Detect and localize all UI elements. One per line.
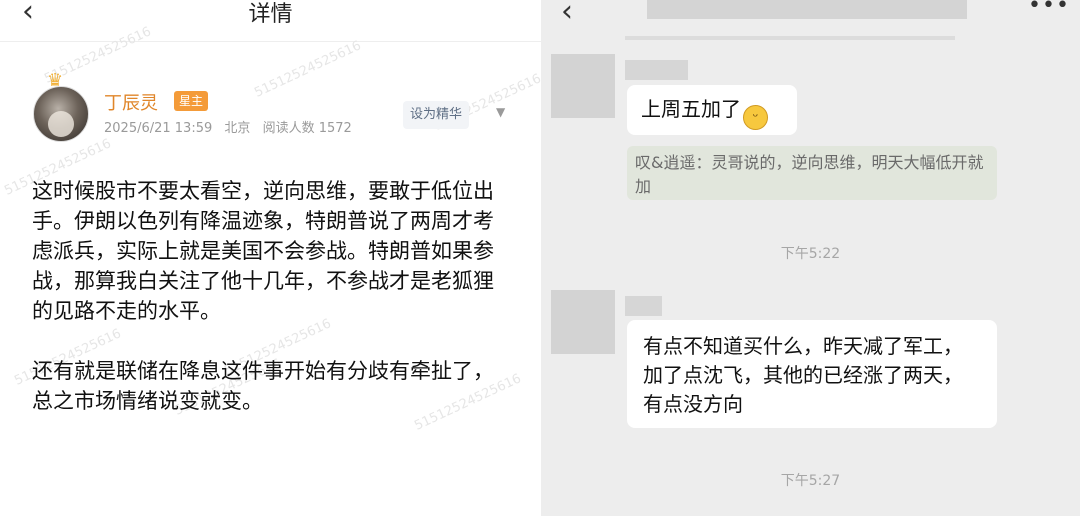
grinning-face-emoji: ᵕ xyxy=(743,105,768,130)
avatar[interactable] xyxy=(33,86,89,142)
back-icon[interactable]: ‹ xyxy=(561,0,573,29)
message-timestamp: 下午5:22 xyxy=(780,246,841,262)
owner-badge: 星主 xyxy=(174,91,209,111)
message-bubble[interactable]: 有点不知道买什么，昨天减了军工，加了点沈飞，其他的已经涨了两天，有点没方向 xyxy=(627,320,997,428)
post-detail-panel: ‹ 详情 51512524525616 51512524525616 51512… xyxy=(0,0,541,516)
redacted-sender-name xyxy=(625,60,688,80)
message-text: 上周五加了 xyxy=(641,97,741,121)
redacted-chat-title xyxy=(647,0,967,19)
more-options-icon[interactable]: ••• xyxy=(1028,0,1070,18)
post-paragraph: 还有就是联储在降息这件事开始有分歧有牵扯了，总之市场情绪说变就变。 xyxy=(32,359,494,413)
quoted-message[interactable]: 叹&逍遥：灵哥说的，逆向思维，明天大幅低开就加 xyxy=(627,146,997,200)
watermark: 51512524525616 xyxy=(252,38,364,101)
redacted-previous-message xyxy=(625,36,955,40)
post-meta: 2025/6/21 13:59 北京 阅读人数 1572 xyxy=(104,117,360,136)
chat-panel: ‹ ••• 上周五加了 ᵕ 叹&逍遥：灵哥说的，逆向思维，明天大幅低开就加 下午5… xyxy=(541,0,1080,516)
post-detail-header: ‹ 详情 xyxy=(0,0,541,42)
read-count: 阅读人数 1572 xyxy=(262,121,352,136)
message-timestamp: 下午5:27 xyxy=(780,473,841,489)
post-date: 2025/6/21 13:59 xyxy=(104,121,213,136)
author-name[interactable]: 丁辰灵 xyxy=(104,89,158,115)
post-location: 北京 xyxy=(224,121,251,136)
set-featured-button[interactable]: 设为精华 xyxy=(403,101,470,129)
post-paragraph: 这时候股市不要太看空，逆向思维，要敢于低位出手。伊朗以色列有降温迹象，特朗普说了… xyxy=(32,179,494,323)
message-bubble[interactable]: 上周五加了 ᵕ xyxy=(627,85,797,135)
page-title: 详情 xyxy=(248,2,293,27)
redacted-sender-name xyxy=(625,296,662,316)
chevron-down-icon[interactable]: ▼ xyxy=(496,105,505,119)
redacted-avatar[interactable] xyxy=(551,54,615,118)
message-text: 有点不知道买什么，昨天减了军工，加了点沈飞，其他的已经涨了两天，有点没方向 xyxy=(643,334,963,416)
post-body: 这时候股市不要太看空，逆向思维，要敢于低位出手。伊朗以色列有降温迹象，特朗普说了… xyxy=(32,176,512,446)
redacted-avatar[interactable] xyxy=(551,290,615,354)
